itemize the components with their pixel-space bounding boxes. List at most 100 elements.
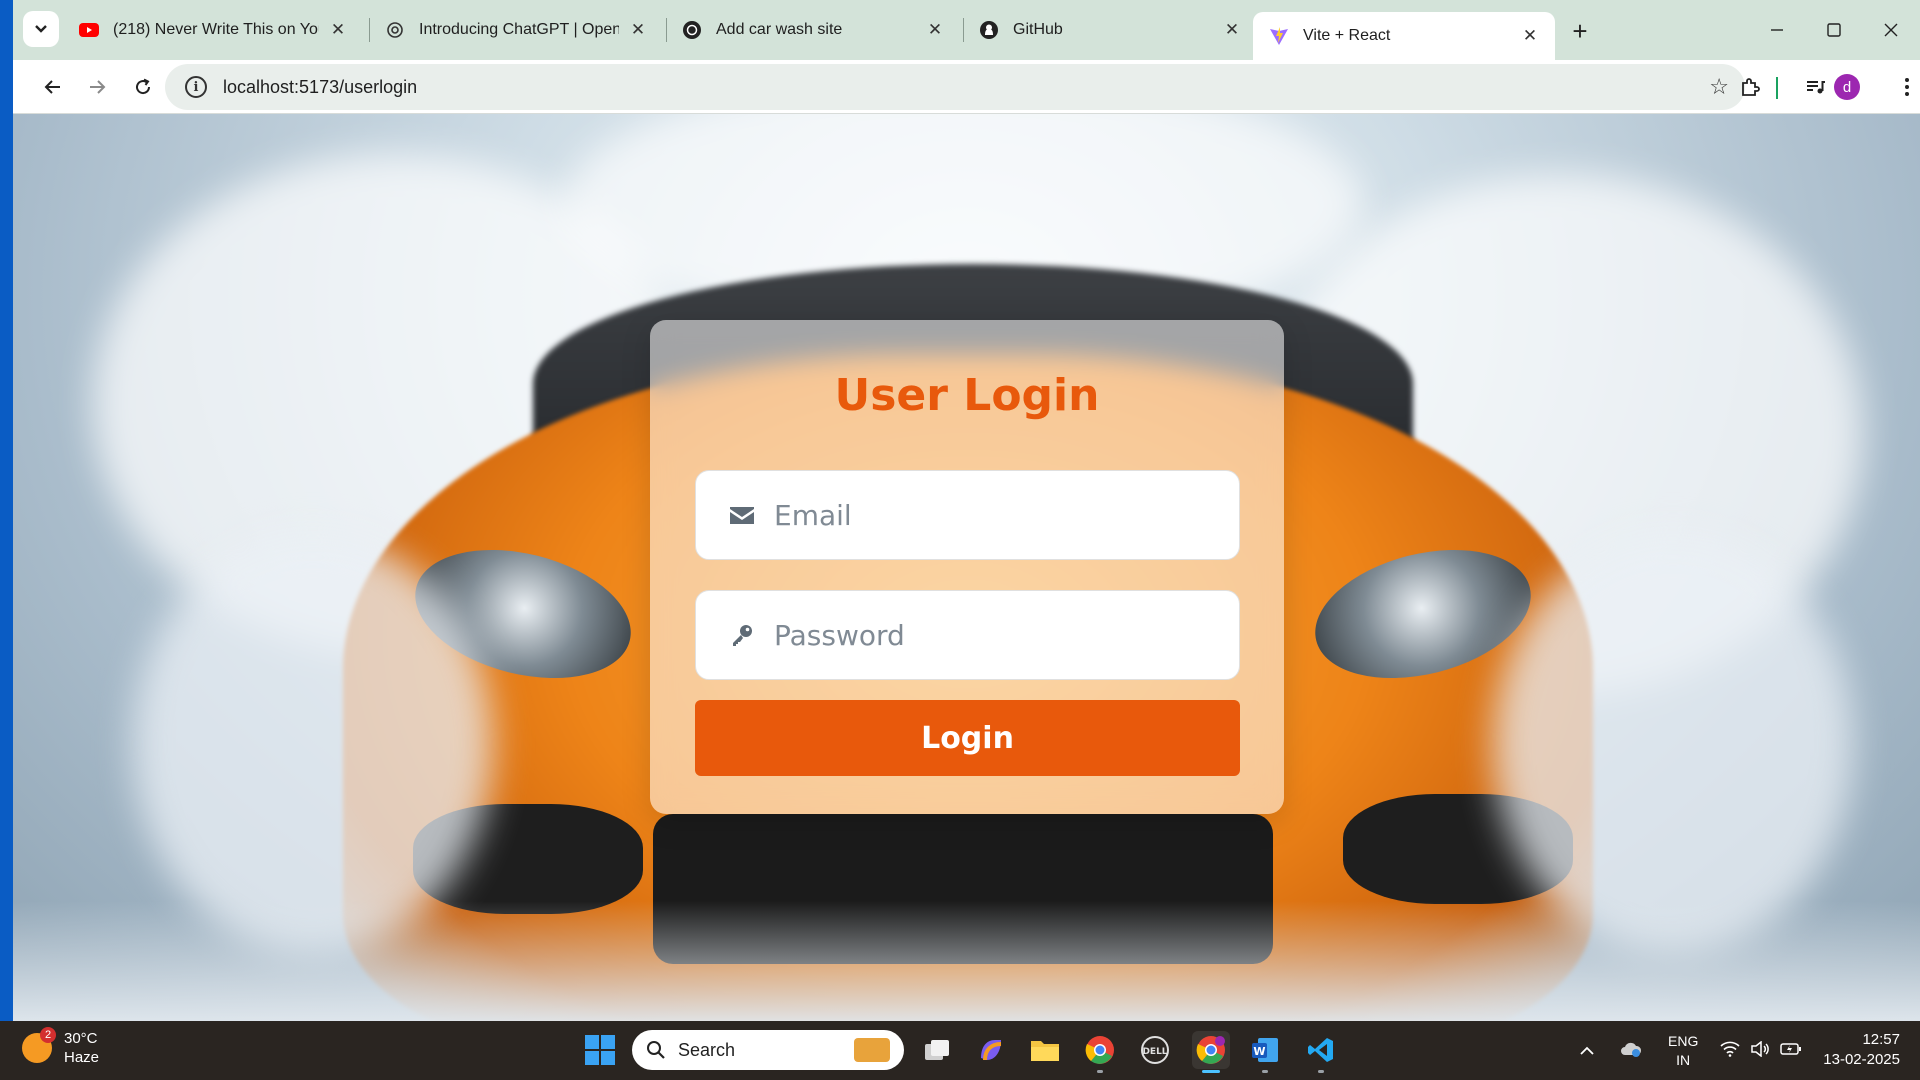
- tab-title: Vite + React: [1303, 27, 1391, 44]
- start-button[interactable]: [585, 1035, 615, 1065]
- puzzle-icon: [1742, 78, 1760, 96]
- browser-menu-button[interactable]: [1889, 69, 1920, 105]
- tab-strip: (218) Never Write This on Your Resume ✕ …: [13, 0, 1920, 60]
- vscode-icon: [1308, 1038, 1333, 1062]
- show-hidden-icons-icon[interactable]: [1580, 1043, 1594, 1059]
- vscode-app[interactable]: [1302, 1031, 1340, 1073]
- close-icon[interactable]: ✕: [1221, 19, 1243, 41]
- language-code: ENG: [1668, 1032, 1699, 1049]
- copilot-icon: [981, 1040, 1002, 1061]
- search-icon: [647, 1041, 665, 1059]
- address-bar[interactable]: i localhost:5173/userlogin ☆: [165, 64, 1745, 110]
- youtube-icon: [79, 20, 99, 40]
- reload-icon: [136, 78, 151, 95]
- svg-text:DELL: DELL: [1142, 1047, 1167, 1057]
- svg-text:W: W: [1253, 1045, 1265, 1058]
- chrome-icon: [1196, 1036, 1225, 1064]
- weather-temp: 30°C: [64, 1030, 98, 1047]
- tab-title: GitHub: [1013, 21, 1063, 38]
- taskbar-search[interactable]: Search: [632, 1030, 904, 1070]
- language-indicator[interactable]: ENG IN: [1668, 1032, 1698, 1070]
- clock-date: 13-02-2025: [1823, 1051, 1900, 1068]
- weather-haze-icon: 2: [22, 1027, 56, 1063]
- reload-button[interactable]: [125, 69, 161, 105]
- tab-title: Add car wash site: [716, 21, 843, 38]
- password-input[interactable]: [774, 618, 1214, 652]
- login-title: User Login: [834, 370, 1100, 421]
- wifi-icon[interactable]: [1720, 1041, 1740, 1060]
- running-indicator: [1318, 1070, 1324, 1073]
- close-icon[interactable]: ✕: [924, 19, 946, 41]
- tab-car-wash[interactable]: Add car wash site ✕: [666, 8, 960, 52]
- maximize-button[interactable]: [1805, 8, 1863, 52]
- system-tray: ENG IN: [1580, 1021, 1802, 1080]
- file-explorer-app[interactable]: [1026, 1031, 1064, 1069]
- extensions-button[interactable]: [1732, 69, 1768, 105]
- email-input[interactable]: [774, 498, 1214, 532]
- openai-icon: [385, 20, 405, 40]
- running-indicator: [1097, 1070, 1103, 1073]
- browser-window: (218) Never Write This on Your Resume ✕ …: [13, 0, 1920, 1021]
- volume-icon[interactable]: [1750, 1040, 1770, 1060]
- close-icon[interactable]: ✕: [327, 19, 349, 41]
- forward-button[interactable]: [79, 69, 115, 105]
- tab-github[interactable]: GitHub ✕: [963, 8, 1257, 52]
- email-field[interactable]: [695, 470, 1240, 560]
- onedrive-icon[interactable]: [1620, 1041, 1642, 1060]
- key-icon: [728, 623, 756, 647]
- password-field[interactable]: [695, 590, 1240, 680]
- media-controls-button[interactable]: [1797, 69, 1833, 105]
- weather-condition: Haze: [64, 1049, 100, 1066]
- close-icon[interactable]: ✕: [1519, 25, 1541, 47]
- chevron-down-icon: [35, 25, 47, 33]
- login-button[interactable]: Login: [695, 700, 1240, 776]
- chrome-profile-app[interactable]: [1192, 1031, 1230, 1073]
- close-window-button[interactable]: [1862, 8, 1920, 52]
- taskbar-clock[interactable]: 12:57 13-02-2025: [1823, 1030, 1900, 1070]
- url-text: localhost:5173/userlogin: [223, 76, 418, 97]
- tab-search-button[interactable]: [23, 11, 59, 47]
- tab-vite-react[interactable]: Vite + React ✕: [1253, 12, 1555, 60]
- github-icon: [979, 20, 999, 40]
- close-icon: [1884, 23, 1898, 37]
- minimize-button[interactable]: [1748, 8, 1806, 52]
- plus-icon: +: [1572, 15, 1588, 46]
- battery-icon[interactable]: [1780, 1042, 1802, 1059]
- maximize-icon: [1827, 23, 1841, 37]
- chrome-app[interactable]: [1081, 1031, 1119, 1073]
- dell-icon: DELL: [1141, 1036, 1169, 1064]
- weather-widget[interactable]: 2 30°C Haze: [22, 1027, 100, 1067]
- notification-badge: 2: [40, 1027, 56, 1043]
- envelope-icon: [728, 505, 756, 525]
- search-highlight-icon: [854, 1038, 890, 1062]
- openai-icon: [682, 20, 702, 40]
- tab-title: (218) Never Write This on Your Resume: [113, 21, 319, 38]
- tab-title: Introducing ChatGPT | OpenAI: [419, 21, 619, 38]
- media-icon: [1807, 81, 1825, 94]
- new-tab-button[interactable]: +: [1563, 14, 1597, 48]
- copilot-app[interactable]: [972, 1031, 1010, 1069]
- tab-chatgpt[interactable]: Introducing ChatGPT | OpenAI ✕: [369, 8, 663, 52]
- page-content: User Login Login: [13, 114, 1920, 1021]
- tab-youtube[interactable]: (218) Never Write This on Your Resume ✕: [63, 8, 363, 52]
- task-view-app[interactable]: [918, 1031, 956, 1069]
- running-indicator: [1262, 1070, 1268, 1073]
- folder-icon: [1031, 1041, 1059, 1061]
- login-card: User Login Login: [650, 320, 1284, 814]
- profile-avatar[interactable]: d: [1834, 74, 1860, 100]
- browser-toolbar: i localhost:5173/userlogin ☆ d: [13, 60, 1920, 114]
- vite-icon: [1269, 26, 1289, 46]
- close-icon[interactable]: ✕: [627, 19, 649, 41]
- bookmark-star-icon[interactable]: ☆: [1709, 74, 1729, 100]
- dell-app[interactable]: DELL: [1136, 1031, 1174, 1069]
- region-code: IN: [1676, 1051, 1691, 1068]
- minimize-icon: [1771, 29, 1783, 31]
- arrow-right-icon: [90, 80, 106, 94]
- task-view-icon: [925, 1040, 949, 1060]
- taskbar: 2 30°C Haze Search DELL W ENG IN 12:57 1…: [0, 1021, 1920, 1080]
- more-vertical-icon: [1905, 78, 1909, 96]
- word-app[interactable]: W: [1246, 1031, 1284, 1073]
- arrow-left-icon: [44, 80, 60, 94]
- site-info-icon[interactable]: i: [185, 76, 207, 98]
- back-button[interactable]: [35, 69, 71, 105]
